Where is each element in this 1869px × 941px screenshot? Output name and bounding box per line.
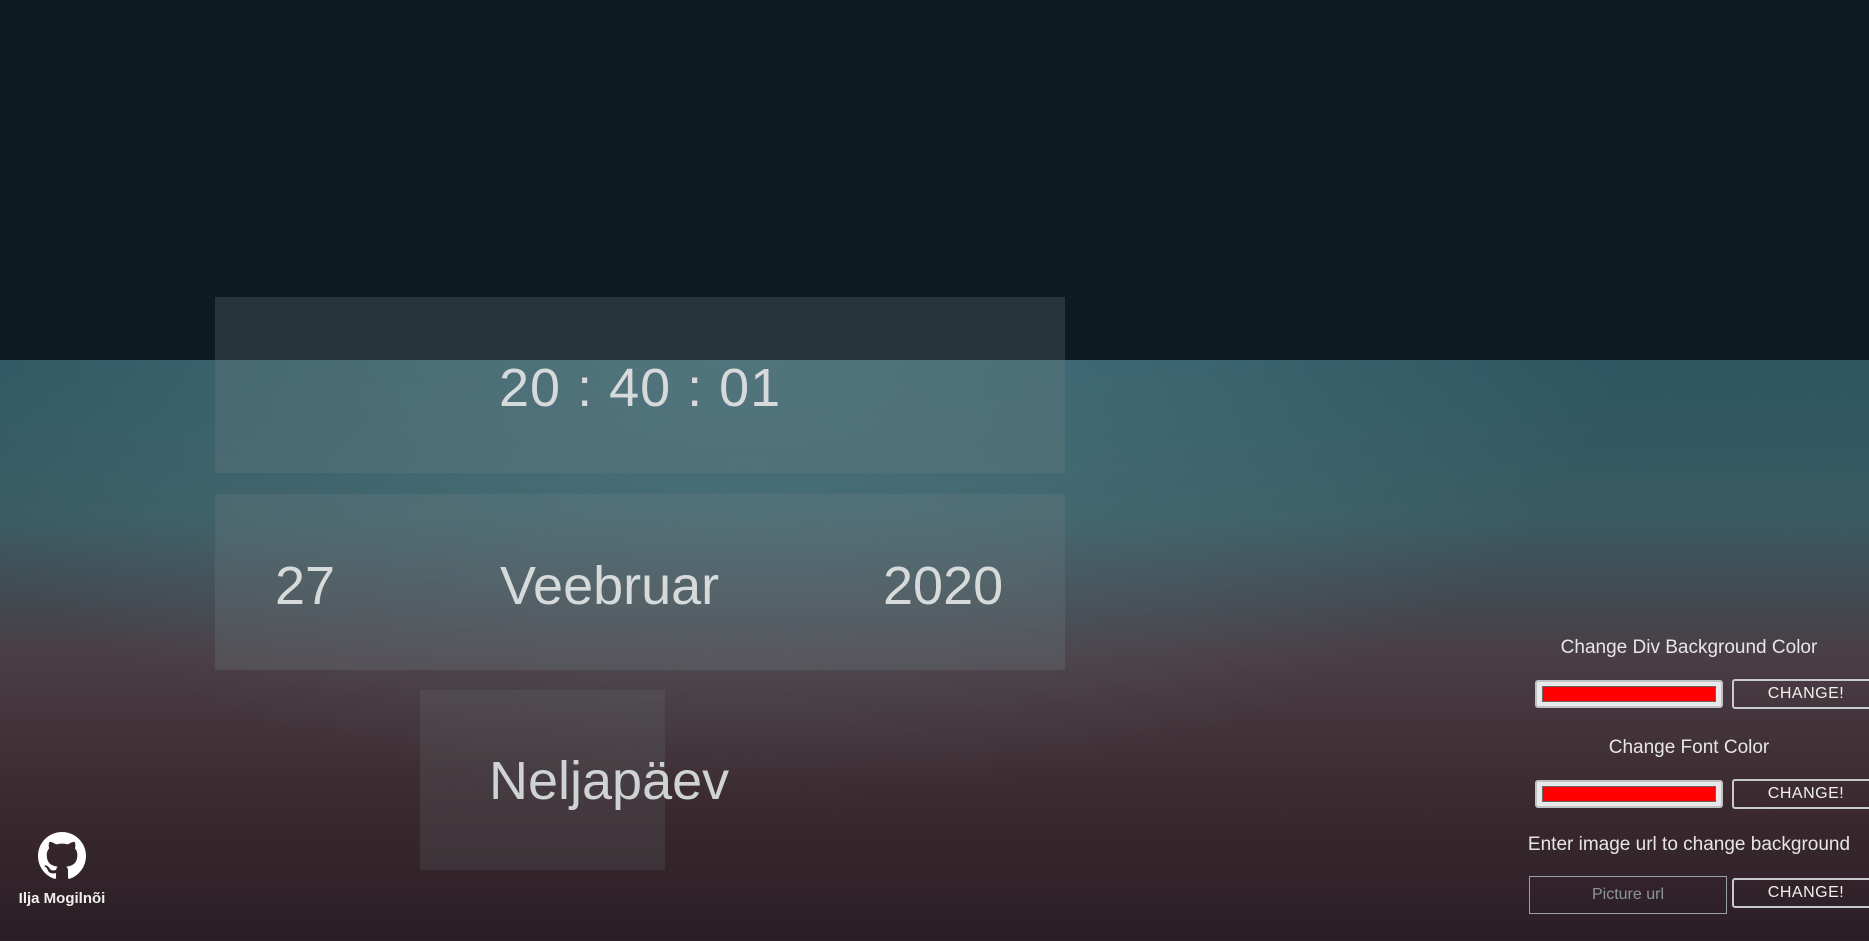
- div-bg-change-button[interactable]: CHANGE!: [1732, 679, 1869, 709]
- bg-image-label: Enter image url to change background: [1527, 834, 1851, 855]
- div-bg-color-swatch: [1542, 686, 1716, 702]
- author-name: Ilja Mogilnõi: [18, 890, 106, 907]
- weekday-label: Neljapäev: [489, 751, 730, 811]
- time-panel: 20 : 40 : 01: [215, 297, 1065, 473]
- date-year: 2020: [883, 556, 1004, 616]
- font-color-picker[interactable]: [1535, 780, 1723, 808]
- font-color-swatch: [1542, 786, 1716, 802]
- github-icon: [38, 830, 86, 882]
- github-link[interactable]: Ilja Mogilnõi: [12, 830, 112, 907]
- font-color-change-button[interactable]: CHANGE!: [1732, 779, 1869, 809]
- date-panel: 27 Veebruar 2020: [215, 494, 1065, 670]
- div-bg-color-picker[interactable]: [1535, 680, 1723, 708]
- date-month: Veebruar: [500, 556, 720, 616]
- clock-time: 20 : 40 : 01: [499, 358, 782, 418]
- bg-image-url-input[interactable]: [1529, 876, 1727, 914]
- date-day: 27: [275, 556, 336, 616]
- bg-image-change-button[interactable]: CHANGE!: [1732, 878, 1869, 908]
- div-bg-color-label: Change Div Background Color: [1560, 637, 1818, 658]
- font-color-label: Change Font Color: [1608, 737, 1770, 758]
